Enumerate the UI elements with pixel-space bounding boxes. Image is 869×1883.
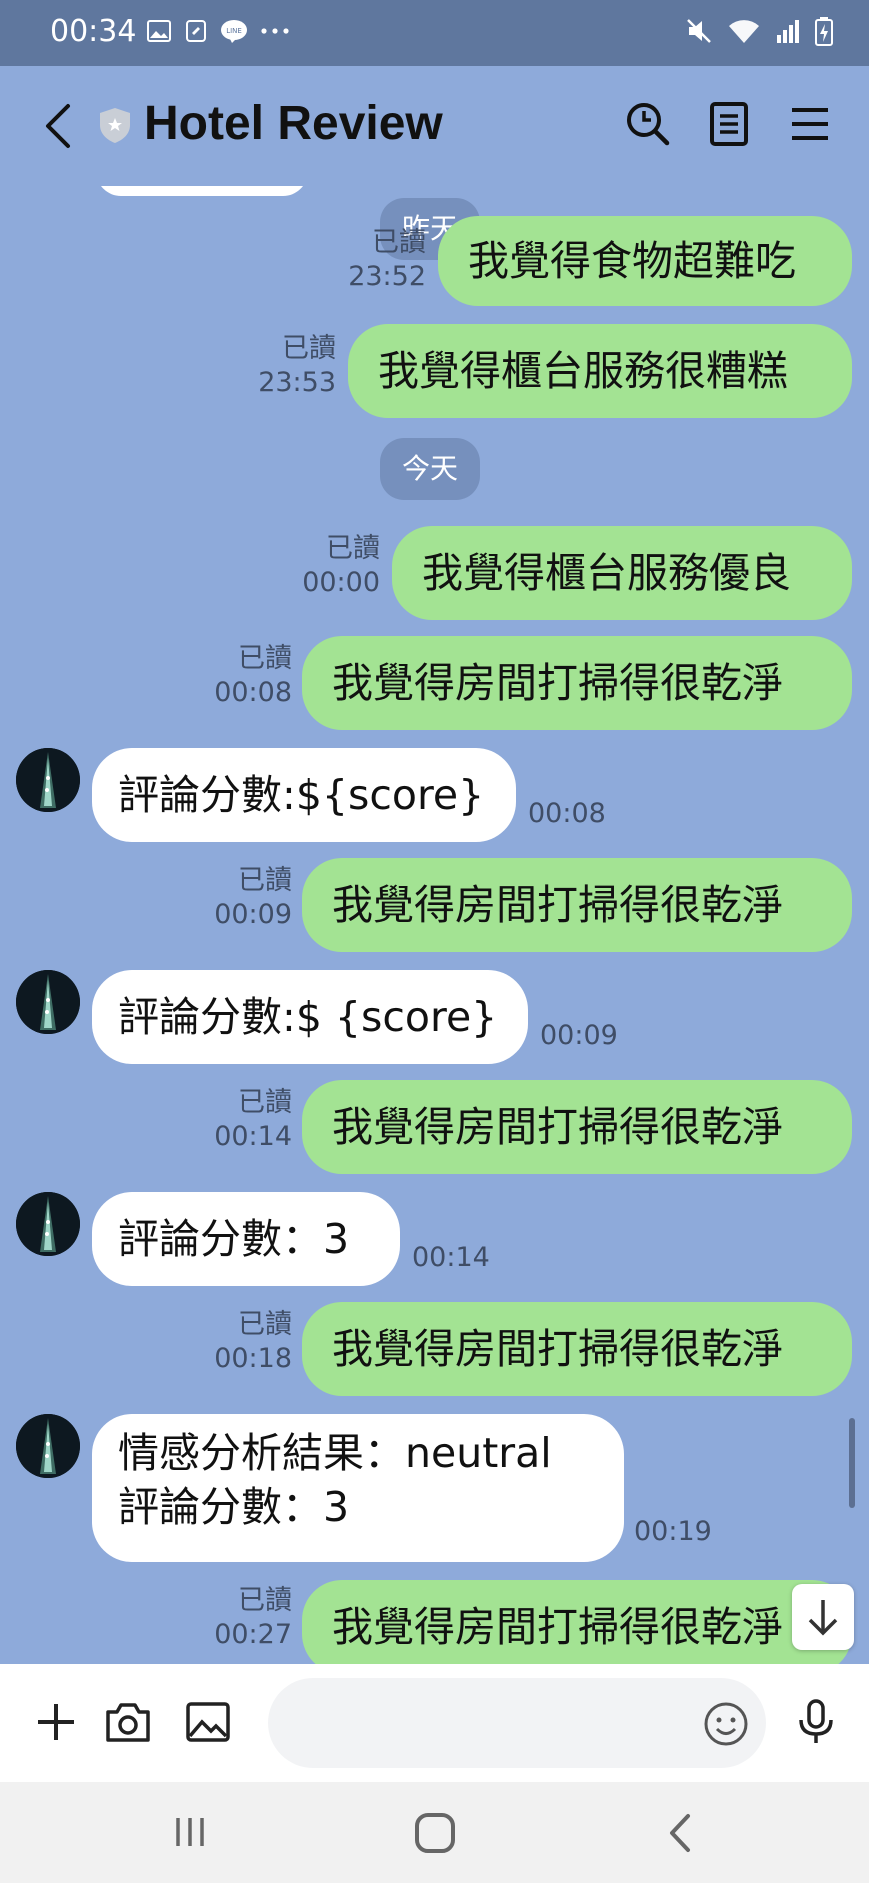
avatar[interactable] xyxy=(16,970,80,1034)
signal-icon xyxy=(777,20,799,43)
read-status: 已讀 23:52 xyxy=(300,226,426,294)
shield-icon xyxy=(100,108,130,143)
wifi-icon xyxy=(729,20,759,43)
date-separator-today: 今天 xyxy=(380,438,481,500)
notes-icon[interactable] xyxy=(703,98,755,150)
arrow-down-icon xyxy=(808,1600,838,1636)
nav-back-icon[interactable] xyxy=(660,1810,700,1856)
status-system-icons xyxy=(685,16,833,46)
outgoing-message[interactable]: 我覺得房間打掃得很乾淨 xyxy=(302,858,852,952)
message-time: 00:14 xyxy=(412,1242,490,1273)
outgoing-message[interactable]: 我覺得房間打掃得很乾淨 xyxy=(302,1580,852,1664)
chat-title: Hotel Review xyxy=(144,97,443,150)
partial-message xyxy=(96,186,308,196)
message-time: 23:52 xyxy=(348,261,426,292)
avatar[interactable] xyxy=(16,1414,80,1478)
read-label: 已讀 xyxy=(372,227,426,258)
scrollbar[interactable] xyxy=(849,1418,855,1508)
message-line: 情感分析結果：neutral xyxy=(118,1429,552,1477)
emoji-icon[interactable] xyxy=(700,1698,752,1750)
line-app-icon: LINE xyxy=(221,20,247,43)
outgoing-message[interactable]: 我覺得櫃台服務優良 xyxy=(392,526,852,620)
outgoing-message[interactable]: 我覺得食物超難吃 xyxy=(438,216,852,306)
read-label: 已讀 xyxy=(238,865,292,896)
message-time: 00:08 xyxy=(528,798,606,829)
status-bar: 00:34 LINE xyxy=(0,0,869,66)
incoming-message[interactable]: 情感分析結果：neutral 評論分數：3 xyxy=(92,1414,624,1562)
read-label: 已讀 xyxy=(238,1585,292,1616)
tower-icon xyxy=(16,1414,80,1478)
outgoing-message[interactable]: 我覺得房間打掃得很乾淨 xyxy=(302,1080,852,1174)
search-icon[interactable] xyxy=(622,98,674,150)
mic-icon[interactable] xyxy=(790,1696,842,1748)
read-label: 已讀 xyxy=(238,1087,292,1118)
message-time: 00:09 xyxy=(214,899,292,930)
plus-icon[interactable] xyxy=(30,1696,82,1748)
read-status: 已讀 00:18 xyxy=(166,1308,292,1376)
mute-icon xyxy=(687,19,711,43)
read-label: 已讀 xyxy=(326,533,380,564)
message-time: 00:18 xyxy=(214,1343,292,1374)
incoming-message[interactable]: 評論分數:$ {score} xyxy=(92,970,528,1064)
message-line: 評論分數：3 xyxy=(118,1483,350,1531)
outgoing-message[interactable]: 我覺得櫃台服務很糟糕 xyxy=(348,324,852,418)
tower-icon xyxy=(16,970,80,1034)
svg-text:LINE: LINE xyxy=(226,27,242,35)
gallery-icon xyxy=(147,20,171,42)
home-icon[interactable] xyxy=(412,1810,458,1856)
tower-icon xyxy=(16,748,80,812)
menu-icon[interactable] xyxy=(784,98,836,150)
message-composer xyxy=(0,1664,869,1782)
read-label: 已讀 xyxy=(282,333,336,364)
tower-icon xyxy=(16,1192,80,1256)
avatar[interactable] xyxy=(16,1192,80,1256)
read-label: 已讀 xyxy=(238,1309,292,1340)
battery-icon xyxy=(815,17,833,46)
avatar[interactable] xyxy=(16,748,80,812)
chat-messages[interactable]: 昨天 已讀 23:52 我覺得食物超難吃 已讀 23:53 我覺得櫃台服務很糟糕… xyxy=(0,186,869,1664)
read-status: 已讀 00:00 xyxy=(254,532,380,600)
read-status: 已讀 00:08 xyxy=(166,642,292,710)
outgoing-message[interactable]: 我覺得房間打掃得很乾淨 xyxy=(302,636,852,730)
message-time: 00:09 xyxy=(540,1020,618,1051)
message-time: 23:53 xyxy=(258,367,336,398)
chat-header: Hotel Review xyxy=(0,66,869,186)
back-icon[interactable] xyxy=(36,98,86,154)
incoming-message[interactable]: 評論分數:${score} xyxy=(92,748,516,842)
message-input[interactable] xyxy=(268,1678,766,1768)
outgoing-message[interactable]: 我覺得房間打掃得很乾淨 xyxy=(302,1302,852,1396)
read-status: 已讀 00:14 xyxy=(166,1086,292,1154)
message-time: 00:00 xyxy=(302,567,380,598)
more-icon xyxy=(261,28,289,34)
read-status: 已讀 00:09 xyxy=(166,864,292,932)
recent-apps-icon[interactable] xyxy=(170,1812,210,1852)
scroll-to-bottom-button[interactable] xyxy=(792,1584,854,1650)
message-time: 00:14 xyxy=(214,1121,292,1152)
image-icon[interactable] xyxy=(182,1696,234,1748)
message-time: 00:19 xyxy=(634,1516,712,1547)
message-time: 00:27 xyxy=(214,1619,292,1650)
note-icon xyxy=(186,20,206,42)
read-status: 已讀 00:27 xyxy=(166,1584,292,1652)
status-notification-icons: LINE xyxy=(146,18,290,44)
message-time: 00:08 xyxy=(214,677,292,708)
system-navigation-bar xyxy=(0,1782,869,1883)
incoming-message[interactable]: 評論分數：3 xyxy=(92,1192,400,1286)
camera-icon[interactable] xyxy=(102,1696,154,1748)
read-label: 已讀 xyxy=(238,643,292,674)
read-status: 已讀 23:53 xyxy=(210,332,336,400)
status-time: 00:34 xyxy=(50,14,137,49)
